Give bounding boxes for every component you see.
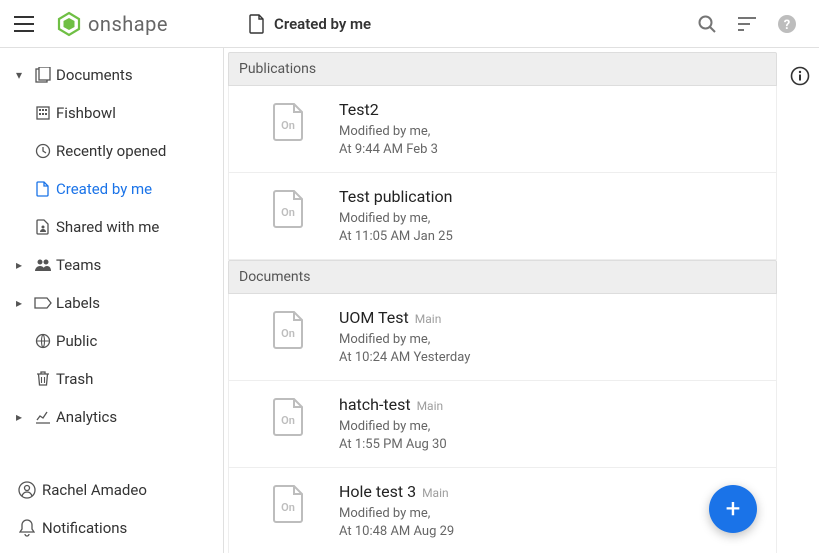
shared-icon bbox=[30, 219, 56, 235]
user-name: Rachel Amadeo bbox=[42, 481, 147, 499]
create-button[interactable]: + bbox=[709, 485, 757, 533]
section-header-publications: Publications bbox=[228, 52, 777, 86]
sidebar-item-shared-with-me[interactable]: Shared with me bbox=[0, 208, 223, 246]
svg-text:On: On bbox=[281, 414, 295, 427]
document-thumb-icon: On bbox=[239, 308, 339, 350]
info-icon bbox=[790, 66, 810, 86]
page-title: Created by me bbox=[274, 15, 371, 33]
item-branch: Main bbox=[417, 399, 444, 413]
svg-text:On: On bbox=[281, 501, 295, 514]
sidebar-item-label: Fishbowl bbox=[56, 104, 116, 122]
sidebar-item-label: Teams bbox=[56, 256, 101, 274]
sidebar-item-label: Created by me bbox=[56, 180, 152, 198]
item-modified: Modified by me,At 9:44 AM Feb 3 bbox=[339, 123, 766, 158]
sidebar-user[interactable]: Rachel Amadeo bbox=[0, 471, 223, 509]
document-icon bbox=[30, 181, 56, 197]
search-button[interactable] bbox=[695, 12, 719, 36]
svg-text:On: On bbox=[281, 327, 295, 340]
item-title: hatch-test bbox=[339, 395, 411, 414]
sidebar-item-label: Trash bbox=[56, 370, 93, 388]
info-panel-toggle[interactable] bbox=[788, 64, 812, 88]
sidebar-item-trash[interactable]: Trash bbox=[0, 360, 223, 398]
globe-icon bbox=[30, 333, 56, 349]
help-icon: ? bbox=[777, 14, 797, 34]
sidebar-notifications[interactable]: Notifications bbox=[0, 509, 223, 547]
svg-text:On: On bbox=[281, 119, 295, 132]
user-avatar-icon bbox=[12, 481, 42, 499]
item-modified: Modified by me,At 10:24 AM Yesterday bbox=[339, 331, 766, 366]
chevron-right-icon: ▸ bbox=[8, 296, 30, 310]
list-item[interactable]: On hatch-test Main Modified by me,At 1:55 … bbox=[228, 381, 777, 468]
logo-text: onshape bbox=[88, 12, 168, 36]
trash-icon bbox=[30, 371, 56, 387]
document-thumb-icon: On bbox=[239, 395, 339, 437]
list-item[interactable]: On Test publication Modified by me,At 11:0… bbox=[228, 173, 777, 260]
document-icon bbox=[248, 14, 266, 34]
notifications-label: Notifications bbox=[42, 519, 127, 537]
sidebar-item-label: Recently opened bbox=[56, 142, 166, 160]
bell-icon bbox=[12, 519, 42, 537]
help-button[interactable]: ? bbox=[775, 12, 799, 36]
sidebar-analytics[interactable]: ▸ Analytics bbox=[0, 398, 223, 436]
documents-icon bbox=[30, 67, 56, 83]
clock-icon bbox=[30, 143, 56, 159]
list-item[interactable]: On Hole test 3 Main Modified by me,At 10:4… bbox=[228, 468, 777, 553]
sidebar-item-created-by-me[interactable]: Created by me bbox=[0, 170, 223, 208]
sidebar-item-label: Shared with me bbox=[56, 218, 159, 236]
item-modified: Modified by me,At 10:48 AM Aug 29 bbox=[339, 505, 766, 540]
plus-icon: + bbox=[726, 494, 741, 524]
section-header-documents: Documents bbox=[228, 260, 777, 294]
label-icon bbox=[30, 296, 56, 310]
document-list: Publications On Test2 Modified by me,At 9:… bbox=[224, 48, 781, 553]
document-thumb-icon: On bbox=[239, 187, 339, 229]
document-thumb-icon: On bbox=[239, 100, 339, 142]
logo[interactable]: onshape bbox=[56, 11, 168, 37]
item-title: UOM Test bbox=[339, 308, 409, 327]
sort-icon bbox=[737, 16, 757, 32]
svg-text:On: On bbox=[281, 206, 295, 219]
item-title: Test publication bbox=[339, 187, 452, 206]
search-icon bbox=[697, 14, 717, 34]
item-branch: Main bbox=[415, 312, 442, 326]
sidebar-teams[interactable]: ▸ Teams bbox=[0, 246, 223, 284]
item-modified: Modified by me,At 1:55 PM Aug 30 bbox=[339, 418, 766, 453]
item-title: Test2 bbox=[339, 100, 379, 119]
chevron-down-icon: ▾ bbox=[8, 68, 30, 82]
analytics-icon bbox=[30, 410, 56, 424]
sidebar-item-fishbowl[interactable]: Fishbowl bbox=[0, 94, 223, 132]
document-thumb-icon: On bbox=[239, 482, 339, 524]
item-modified: Modified by me,At 11:05 AM Jan 25 bbox=[339, 210, 766, 245]
sidebar-item-label: Documents bbox=[56, 66, 133, 84]
teams-icon bbox=[30, 258, 56, 272]
sort-button[interactable] bbox=[735, 12, 759, 36]
chevron-right-icon: ▸ bbox=[8, 410, 30, 424]
menu-toggle[interactable] bbox=[8, 8, 40, 40]
sidebar-item-public[interactable]: Public bbox=[0, 322, 223, 360]
building-icon bbox=[30, 105, 56, 121]
onshape-logo-icon bbox=[56, 11, 82, 37]
sidebar-item-label: Analytics bbox=[56, 408, 117, 426]
sidebar-documents[interactable]: ▾ Documents bbox=[0, 56, 223, 94]
svg-text:?: ? bbox=[784, 18, 790, 33]
item-branch: Main bbox=[422, 486, 449, 500]
list-item[interactable]: On Test2 Modified by me,At 9:44 AM Feb 3 bbox=[228, 86, 777, 173]
sidebar-labels[interactable]: ▸ Labels bbox=[0, 284, 223, 322]
chevron-right-icon: ▸ bbox=[8, 258, 30, 272]
sidebar-item-recently-opened[interactable]: Recently opened bbox=[0, 132, 223, 170]
sidebar-item-label: Public bbox=[56, 332, 97, 350]
list-item[interactable]: On UOM Test Main Modified by me,At 10:24 A… bbox=[228, 294, 777, 381]
sidebar-item-label: Labels bbox=[56, 294, 100, 312]
item-title: Hole test 3 bbox=[339, 482, 416, 501]
hamburger-icon bbox=[14, 16, 34, 32]
